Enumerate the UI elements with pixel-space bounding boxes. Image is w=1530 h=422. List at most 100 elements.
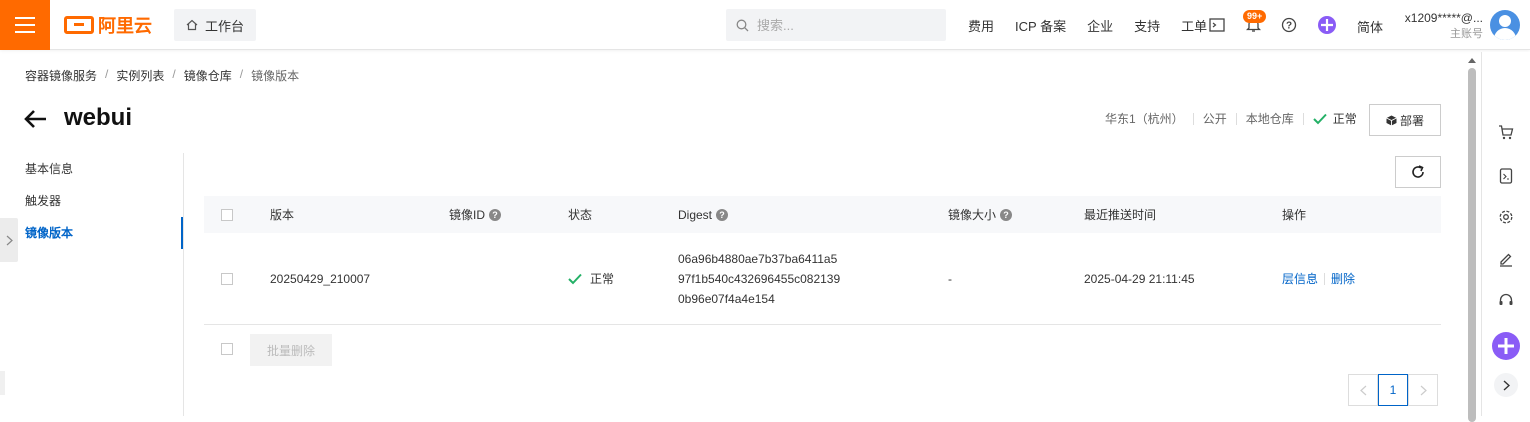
account-name: x1209*****@...	[1404, 11, 1483, 25]
col-pushed-label: 最近推送时间	[1084, 208, 1157, 222]
logo-text: 阿里云	[98, 16, 152, 36]
chevron-right-icon	[1503, 379, 1510, 391]
help-icon[interactable]: ?	[1000, 208, 1013, 221]
col-image-id-label: 镜像ID	[449, 208, 486, 222]
scroll-up-arrow[interactable]	[1468, 58, 1476, 63]
repo-meta: 华东1（杭州） 公开 本地仓库 正常	[1105, 110, 1357, 127]
col-header-version: 版本	[270, 196, 294, 233]
meta-divider	[1302, 112, 1304, 125]
account-info[interactable]: x1209*****@... 主账号	[1401, 10, 1483, 42]
menu-item-triggers[interactable]: 触发器	[0, 185, 183, 217]
cell-status: 正常	[568, 233, 614, 324]
search-box[interactable]	[726, 9, 946, 41]
ai-assistant-icon[interactable]	[1317, 15, 1337, 35]
cell-ops: 层信息 删除	[1282, 233, 1355, 324]
language-switch[interactable]: 简体	[1357, 17, 1383, 36]
help-icon[interactable]: ?	[716, 208, 729, 221]
next-page-button[interactable]	[1408, 374, 1438, 406]
col-header-pushed: 最近推送时间	[1084, 196, 1156, 233]
aliyun-logo[interactable]: 阿里云	[64, 14, 152, 36]
breadcrumb-item-repos[interactable]: 镜像仓库	[184, 67, 232, 84]
link-ticket[interactable]: 工单	[1181, 16, 1207, 35]
link-enterprise[interactable]: 企业	[1087, 16, 1113, 35]
link-support[interactable]: 支持	[1134, 16, 1160, 35]
link-icp[interactable]: ICP 备案	[1015, 16, 1066, 35]
scrollbar-thumb[interactable]	[1468, 68, 1476, 422]
svg-text:?: ?	[1286, 21, 1292, 32]
col-header-size: 镜像大小?	[948, 196, 1013, 233]
gear-icon[interactable]	[1494, 205, 1518, 229]
repo-visibility: 公开	[1202, 112, 1227, 126]
menu-item-basic-info[interactable]: 基本信息	[0, 153, 183, 185]
col-header-digest: Digest?	[678, 196, 729, 233]
col-ops-label: 操作	[1282, 208, 1307, 222]
col-size-label: 镜像大小	[948, 208, 997, 222]
cube-icon	[1386, 115, 1397, 125]
vertical-scrollbar[interactable]	[1464, 52, 1480, 422]
link-billing[interactable]: 费用	[968, 16, 994, 35]
cart-icon[interactable]	[1494, 120, 1518, 144]
document-icon[interactable]	[1494, 164, 1518, 188]
sidebar-edge-marker	[0, 371, 5, 395]
row-checkbox[interactable]	[221, 233, 233, 324]
prev-page-button[interactable]	[1348, 374, 1378, 406]
left-menu: 基本信息 触发器 镜像版本	[0, 153, 184, 416]
back-arrow-icon[interactable]	[23, 106, 49, 132]
breadcrumb-item-current: 镜像版本	[251, 69, 300, 83]
ops-divider	[1324, 272, 1326, 285]
help-icon[interactable]: ?	[1279, 15, 1299, 35]
chevron-left-icon	[1359, 385, 1366, 395]
pagination: 1	[1348, 374, 1438, 406]
search-input[interactable]	[757, 17, 927, 33]
meta-divider	[1192, 112, 1194, 125]
table-row: 20250429_210007 正常 06a96b4880ae7b37ba641…	[204, 233, 1441, 325]
table-header: 版本 镜像ID? 状态 Digest? 镜像大小? 最近推送时间 操作	[204, 196, 1441, 233]
cell-pushed: 2025-04-29 21:11:45	[1084, 233, 1195, 324]
footer-select-all-checkbox[interactable]	[221, 343, 233, 355]
breadcrumb-item-crs[interactable]: 容器镜像服务	[25, 67, 97, 84]
refresh-button[interactable]	[1395, 156, 1441, 188]
expand-rail-button[interactable]	[1494, 373, 1518, 397]
avatar[interactable]	[1490, 10, 1520, 40]
col-status-label: 状态	[568, 208, 593, 222]
pushed-value: 2025-04-29 21:11:45	[1084, 271, 1195, 286]
check-icon	[1313, 113, 1327, 124]
aliyun-logo-mark	[64, 16, 94, 34]
image-versions-table: 版本 镜像ID? 状态 Digest? 镜像大小? 最近推送时间 操作 2025…	[204, 196, 1441, 325]
workbench-button[interactable]: 工作台	[174, 9, 256, 41]
repo-type: 本地仓库	[1245, 112, 1294, 126]
workbench-label: 工作台	[204, 18, 244, 34]
headset-icon[interactable]	[1494, 288, 1518, 312]
breadcrumb-separator: /	[239, 67, 244, 81]
page-number-button[interactable]: 1	[1378, 374, 1408, 406]
home-icon	[186, 19, 198, 31]
batch-delete-button[interactable]: 批量删除	[250, 334, 332, 366]
menu-item-image-versions[interactable]: 镜像版本	[0, 217, 183, 249]
notification-badge: 99+	[1243, 10, 1267, 23]
chevron-right-icon	[6, 235, 13, 245]
layer-info-link[interactable]: 层信息	[1282, 270, 1318, 287]
right-tool-rail	[1481, 52, 1530, 416]
account-role: 主账号	[1450, 28, 1483, 40]
help-icon[interactable]: ?	[489, 208, 502, 221]
edit-icon[interactable]	[1494, 247, 1518, 271]
breadcrumb-item-instances[interactable]: 实例列表	[116, 67, 164, 84]
select-all-checkbox[interactable]	[221, 196, 233, 233]
cell-version: 20250429_210007	[270, 233, 370, 324]
terminal-icon[interactable]	[1207, 15, 1227, 35]
collapse-sidebar-toggle[interactable]	[0, 218, 18, 262]
version-value: 20250429_210007	[270, 271, 371, 286]
search-icon	[736, 19, 749, 31]
repo-status-text: 正常	[1332, 112, 1357, 126]
menu-icon[interactable]	[0, 0, 50, 50]
ai-assistant-icon[interactable]	[1491, 331, 1521, 361]
digest-value: 06a96b4880ae7b37ba6411a5 97f1b540c432696…	[678, 249, 840, 309]
deploy-button[interactable]: 部署	[1369, 104, 1441, 136]
breadcrumb-separator: /	[105, 67, 109, 81]
top-navigation-bar: 阿里云 工作台 费用 ICP 备案 企业 支持 工单 99+ ? 简体 x120…	[0, 0, 1530, 50]
col-header-ops: 操作	[1282, 196, 1306, 233]
breadcrumb-separator: /	[172, 67, 176, 81]
top-links: 费用 ICP 备案 企业 支持 工单	[968, 0, 1228, 50]
chevron-right-icon	[1420, 385, 1427, 395]
delete-link[interactable]: 删除	[1331, 270, 1355, 287]
